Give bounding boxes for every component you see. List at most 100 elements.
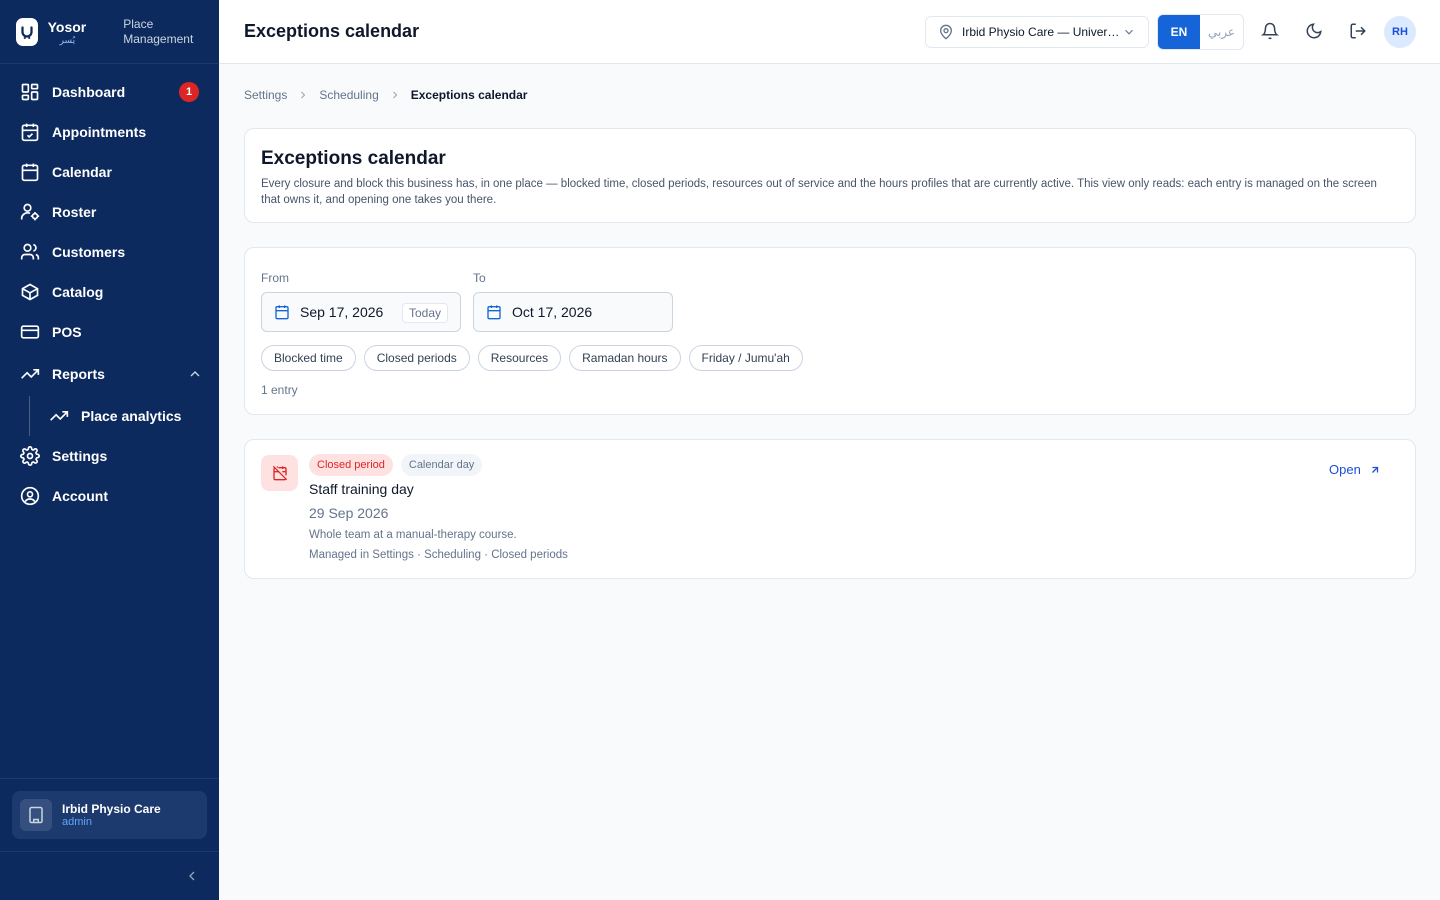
- sidebar-item-label: Calendar: [52, 164, 112, 180]
- kind-badge: Calendar day: [400, 454, 483, 476]
- sidebar-item-customers[interactable]: Customers: [0, 232, 219, 272]
- collapse-sidebar-icon[interactable]: [184, 868, 200, 884]
- chevron-down-icon: [1125, 29, 1133, 35]
- to-date-value: Oct 17, 2026: [512, 304, 593, 320]
- chevron-right-icon: [301, 91, 306, 99]
- language-toggle: EN عربي: [1157, 14, 1244, 50]
- brand-logo[interactable]: [16, 17, 38, 46]
- logo-icon: [21, 25, 33, 39]
- open-link-label: Open: [1329, 462, 1361, 477]
- brand: Yosor يُسر Place Management: [0, 0, 219, 64]
- building-icon: [20, 799, 52, 831]
- divider: [0, 778, 219, 779]
- sidebar-item-label: Settings: [52, 448, 108, 464]
- sidebar-item-place-analytics[interactable]: Place analytics: [0, 396, 219, 436]
- calendar-off-icon: [261, 455, 298, 491]
- chip-resources[interactable]: Resources: [477, 345, 562, 371]
- entry-tags: Closed period Calendar day: [309, 454, 483, 476]
- sidebar-item-roster[interactable]: Roster: [0, 192, 219, 232]
- calendar-icon: [275, 305, 289, 320]
- status-badge: Closed period: [309, 454, 393, 476]
- sidebar-item-label: Appointments: [52, 124, 147, 140]
- chip-blocked-time[interactable]: Blocked time: [261, 345, 356, 371]
- place-selector-value: Irbid Physio Care — University Street: [962, 25, 1122, 39]
- sidebar-item-calendar[interactable]: Calendar: [0, 152, 219, 192]
- breadcrumb-current: Exceptions calendar: [410, 88, 528, 102]
- user-circle-icon: [20, 486, 40, 506]
- sidebar: Yosor يُسر Place Management Dashboard 1 …: [0, 0, 219, 900]
- to-label: To: [473, 271, 486, 285]
- sidebar-nav: Dashboard 1 Appointments Calendar Roster…: [0, 64, 219, 516]
- notification-badge: 1: [179, 82, 199, 102]
- filters-card: From Sep 17, 2026 Today To Oct 17, 2026 …: [244, 247, 1416, 415]
- divider: [0, 851, 219, 852]
- sidebar-item-label: POS: [52, 324, 82, 340]
- reports-submenu: Place analytics: [0, 396, 219, 436]
- sidebar-item-catalog[interactable]: Catalog: [0, 272, 219, 312]
- to-date-input[interactable]: Oct 17, 2026: [473, 292, 673, 332]
- top-header: Exceptions calendar Irbid Physio Care — …: [219, 0, 1440, 64]
- account-role: admin: [62, 816, 92, 828]
- avatar[interactable]: RH: [1384, 16, 1416, 48]
- chip-friday-jumuah[interactable]: Friday / Jumu'ah: [688, 345, 803, 371]
- section-description: Every closure and block this business ha…: [261, 178, 1377, 206]
- sidebar-item-label: Roster: [52, 204, 97, 220]
- sidebar-item-label: Reports: [52, 366, 105, 382]
- sidebar-item-account[interactable]: Account: [0, 476, 219, 516]
- sidebar-item-label: Catalog: [52, 284, 104, 300]
- calendar-icon: [20, 162, 40, 182]
- trending-up-icon: [49, 406, 69, 426]
- entry-title: Staff training day: [309, 481, 414, 497]
- intro-card: Exceptions calendar Every closure and bl…: [244, 128, 1416, 223]
- entry-date: 29 Sep 2026: [309, 505, 389, 521]
- breadcrumb-settings[interactable]: Settings: [244, 88, 287, 102]
- moon-icon[interactable]: [1305, 22, 1323, 40]
- calendar-icon: [487, 305, 501, 320]
- account-name: Irbid Physio Care: [62, 802, 161, 816]
- breadcrumb-scheduling[interactable]: Scheduling: [319, 88, 378, 102]
- users-icon: [20, 242, 40, 262]
- chip-ramadan-hours[interactable]: Ramadan hours: [569, 345, 681, 371]
- sidebar-item-dashboard[interactable]: Dashboard 1: [0, 72, 219, 112]
- arrow-up-right-icon: [1371, 466, 1378, 473]
- entry-description: Whole team at a manual-therapy course.: [309, 529, 517, 541]
- lang-ar-button[interactable]: عربي: [1200, 15, 1243, 49]
- logout-icon[interactable]: [1349, 22, 1367, 40]
- trending-up-icon: [20, 364, 40, 384]
- from-date-input[interactable]: Sep 17, 2026 Today: [261, 292, 461, 332]
- open-link[interactable]: Open: [1329, 462, 1381, 477]
- page-title: Exceptions calendar: [244, 21, 420, 41]
- sidebar-item-label: Account: [52, 488, 108, 504]
- section-title: Exceptions calendar: [261, 148, 446, 169]
- sidebar-item-label: Customers: [52, 244, 126, 260]
- gear-icon: [20, 446, 40, 466]
- map-pin-icon: [939, 24, 953, 40]
- from-date-value: Sep 17, 2026: [300, 304, 384, 320]
- calendar-check-icon: [20, 122, 40, 142]
- sidebar-item-appointments[interactable]: Appointments: [0, 112, 219, 152]
- brand-product: Place Management: [123, 16, 194, 46]
- entry-managed-in: Managed in Settings · Scheduling · Close…: [309, 549, 568, 561]
- breadcrumb: Settings Scheduling Exceptions calendar: [244, 88, 527, 102]
- chip-closed-periods[interactable]: Closed periods: [363, 345, 470, 371]
- from-label: From: [261, 271, 289, 285]
- credit-card-icon: [20, 322, 40, 342]
- today-button[interactable]: Today: [401, 303, 448, 323]
- lang-en-button[interactable]: EN: [1158, 15, 1200, 49]
- package-icon: [20, 282, 40, 302]
- brand-name-ar: يُسر: [59, 34, 76, 45]
- dashboard-icon: [20, 82, 40, 102]
- filter-chips: Blocked time Closed periods Resources Ra…: [261, 345, 811, 371]
- account-switcher[interactable]: Irbid Physio Care admin: [12, 791, 207, 839]
- sidebar-item-settings[interactable]: Settings: [0, 436, 219, 476]
- sidebar-item-label: Dashboard: [52, 84, 126, 100]
- bell-icon[interactable]: [1261, 22, 1279, 40]
- brand-name: Yosor: [47, 18, 87, 35]
- user-cog-icon: [20, 202, 40, 222]
- chevron-right-icon: [392, 91, 397, 99]
- place-selector[interactable]: Irbid Physio Care — University Street: [925, 16, 1149, 48]
- list-item[interactable]: Closed period Calendar day Staff trainin…: [244, 439, 1416, 579]
- sidebar-item-reports[interactable]: Reports: [0, 354, 219, 394]
- sidebar-item-pos[interactable]: POS: [0, 312, 219, 352]
- chevron-up-icon[interactable]: [187, 366, 203, 382]
